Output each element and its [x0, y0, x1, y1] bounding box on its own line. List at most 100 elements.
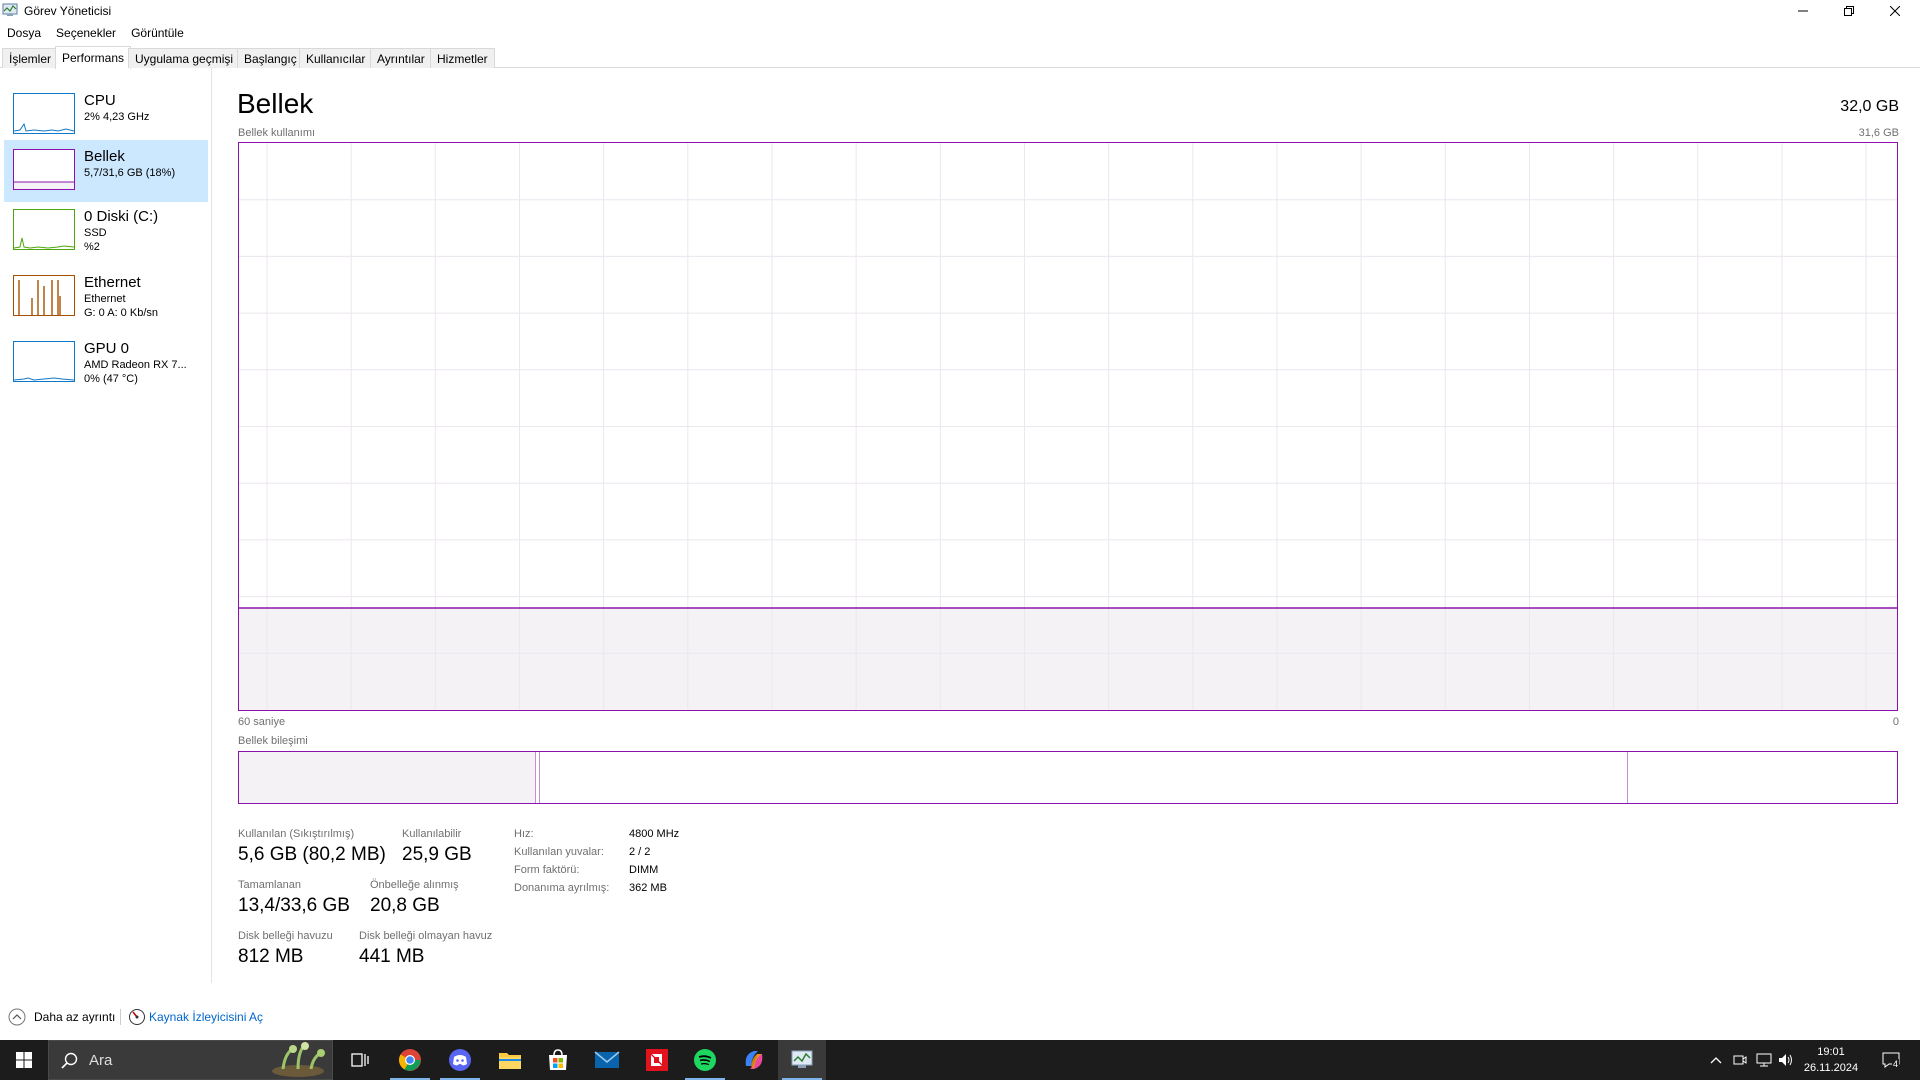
- chevron-up-circle-icon[interactable]: [8, 1008, 26, 1026]
- tab-users[interactable]: Kullanıcılar: [299, 48, 373, 68]
- tab-app-history[interactable]: Uygulama geçmişi: [128, 48, 241, 68]
- graph-time-end: 0: [1892, 716, 1899, 728]
- search-highlight-plant-icon: [272, 1042, 325, 1077]
- stat-nonpaged-pool-label: Disk belleği olmayan havuz: [359, 930, 493, 942]
- sidebar-disk-title: 0 Diski (C:): [84, 208, 159, 225]
- tab-services[interactable]: Hizmetler: [430, 48, 495, 68]
- meet-now-camera-icon[interactable]: [1730, 1050, 1750, 1070]
- taskbar-search-box[interactable]: Ara: [48, 1040, 333, 1080]
- memory-usage-area: [239, 607, 1897, 710]
- title-bar: Görev Yöneticisi: [0, 0, 1920, 22]
- store-icon: [549, 1049, 567, 1070]
- taskbar-chrome[interactable]: [386, 1040, 434, 1080]
- tab-processes[interactable]: İşlemler: [2, 48, 59, 68]
- stat-in-use: Kullanılan (Sıkıştırılmış) 5,6 GB (80,2 …: [238, 828, 386, 866]
- resource-sidebar: CPU 2% 4,23 GHz Bellek 5,7/31,6 GB (18%)…: [0, 68, 212, 983]
- stat-cached-label: Önbelleğe alınmış: [370, 879, 459, 891]
- window-title: Görev Yöneticisi: [24, 4, 112, 18]
- fewer-details-button[interactable]: Daha az ayrıntı: [34, 1010, 115, 1024]
- memory-usage-graph: [238, 142, 1898, 711]
- windows-logo-icon: [16, 1052, 32, 1068]
- taskbar-task-view[interactable]: [336, 1040, 384, 1080]
- detail-form-factor-value: DIMM: [629, 864, 659, 876]
- stat-cached-value: 20,8 GB: [370, 895, 440, 916]
- disk-thumbnail-graph: [13, 209, 75, 250]
- minimize-button[interactable]: [1780, 0, 1826, 22]
- sidebar-item-memory[interactable]: Bellek 5,7/31,6 GB (18%): [4, 140, 208, 202]
- stat-committed-value: 13,4/33,6 GB: [238, 895, 350, 916]
- task-view-icon: [351, 1053, 369, 1067]
- tab-strip: İşlemler Performans Uygulama geçmişi Baş…: [0, 46, 1920, 69]
- sidebar-item-ethernet[interactable]: Ethernet Ethernet G: 0 A: 0 Kb/sn: [4, 266, 208, 328]
- stat-paged-pool-value: 812 MB: [238, 946, 304, 967]
- composition-modified[interactable]: [536, 752, 540, 803]
- sidebar-item-gpu[interactable]: GPU 0 AMD Radeon RX 7... 0% (47 °C): [4, 332, 208, 394]
- sidebar-disk-usage: %2: [84, 241, 100, 253]
- detail-slots-value: 2 / 2: [629, 846, 651, 858]
- detail-form-factor-label: Form faktörü:: [514, 864, 580, 876]
- sidebar-memory-title: Bellek: [84, 148, 125, 165]
- stat-available-value: 25,9 GB: [402, 844, 472, 865]
- menu-bar: Dosya Seçenekler Görüntüle: [0, 22, 192, 44]
- taskbar-task-manager[interactable]: [778, 1040, 826, 1080]
- taskbar: Ara 19:01 26.11.2024 4: [0, 1040, 1920, 1080]
- volume-icon[interactable]: [1776, 1050, 1796, 1070]
- menu-options[interactable]: Seçenekler: [49, 22, 124, 44]
- taskbar-spotify[interactable]: [681, 1040, 729, 1080]
- notification-center-icon[interactable]: 4: [1880, 1050, 1902, 1070]
- footer-separator: [120, 1009, 121, 1025]
- memory-usage-chart: [239, 143, 1897, 710]
- stat-cached: Önbelleğe alınmış 20,8 GB: [370, 879, 459, 917]
- taskbar-file-explorer[interactable]: [486, 1040, 534, 1080]
- stat-committed-label: Tamamlanan: [238, 879, 301, 891]
- menu-view[interactable]: Görüntüle: [124, 22, 192, 44]
- sidebar-disk-type: SSD: [84, 227, 107, 239]
- gpu-thumbnail-graph: [13, 341, 75, 382]
- taskbar-microsoft-store[interactable]: [534, 1040, 582, 1080]
- memory-usage-label: Bellek kullanımı: [238, 127, 316, 139]
- taskbar-discord[interactable]: [436, 1040, 484, 1080]
- footer: Daha az ayrıntı Kaynak İzleyicisini Aç: [0, 1004, 1920, 1032]
- close-button[interactable]: [1872, 0, 1918, 22]
- composition-standby-divider: [1627, 752, 1628, 803]
- tab-details[interactable]: Ayrıntılar: [370, 48, 432, 68]
- stat-nonpaged-pool-value: 441 MB: [359, 946, 425, 967]
- taskbar-amd-software[interactable]: [633, 1040, 681, 1080]
- search-placeholder: Ara: [89, 1052, 113, 1069]
- taskbar-clock[interactable]: 19:01 26.11.2024: [1798, 1044, 1864, 1076]
- network-icon[interactable]: [1754, 1050, 1774, 1070]
- sidebar-item-cpu[interactable]: CPU 2% 4,23 GHz: [4, 84, 208, 146]
- sidebar-cpu-title: CPU: [84, 92, 116, 109]
- stat-available: Kullanılabilir 25,9 GB: [402, 828, 472, 866]
- tab-performance[interactable]: Performans: [55, 46, 132, 69]
- page-title: Bellek: [237, 88, 314, 119]
- graph-time-start: 60 saniye: [238, 716, 286, 728]
- notification-count: 4: [1892, 1059, 1900, 1069]
- stat-available-label: Kullanılabilir: [402, 828, 462, 840]
- taskbar-copilot[interactable]: [730, 1040, 778, 1080]
- sidebar-ethernet-title: Ethernet: [84, 274, 141, 291]
- start-button[interactable]: [0, 1040, 48, 1080]
- stat-in-use-label: Kullanılan (Sıkıştırılmış): [238, 828, 355, 840]
- sidebar-item-disk[interactable]: 0 Diski (C:) SSD %2: [4, 200, 208, 262]
- detail-slots-label: Kullanılan yuvalar:: [514, 846, 604, 858]
- open-resource-monitor-link[interactable]: Kaynak İzleyicisini Aç: [149, 1010, 263, 1024]
- clock-date: 26.11.2024: [1803, 1062, 1859, 1074]
- memory-usage-max: 31,6 GB: [1858, 127, 1899, 139]
- taskbar-mail[interactable]: [583, 1040, 631, 1080]
- show-hidden-icons-chevron-icon[interactable]: [1706, 1050, 1726, 1070]
- detail-hardware-reserved-label: Donanıma ayrılmış:: [514, 882, 610, 894]
- tab-startup[interactable]: Başlangıç: [237, 48, 304, 68]
- chrome-icon: [399, 1049, 421, 1071]
- close-icon: [1890, 6, 1900, 16]
- folder-icon: [499, 1053, 521, 1069]
- restore-icon: [1844, 6, 1854, 16]
- menu-file[interactable]: Dosya: [0, 22, 49, 44]
- composition-in-use[interactable]: [239, 752, 536, 803]
- sidebar-ethernet-adapter: Ethernet: [84, 293, 126, 305]
- restore-button[interactable]: [1826, 0, 1872, 22]
- detail-hardware-reserved-value: 362 MB: [629, 882, 667, 894]
- ethernet-thumbnail-graph: [13, 275, 75, 316]
- discord-icon: [449, 1049, 471, 1071]
- detail-speed-value: 4800 MHz: [629, 828, 680, 840]
